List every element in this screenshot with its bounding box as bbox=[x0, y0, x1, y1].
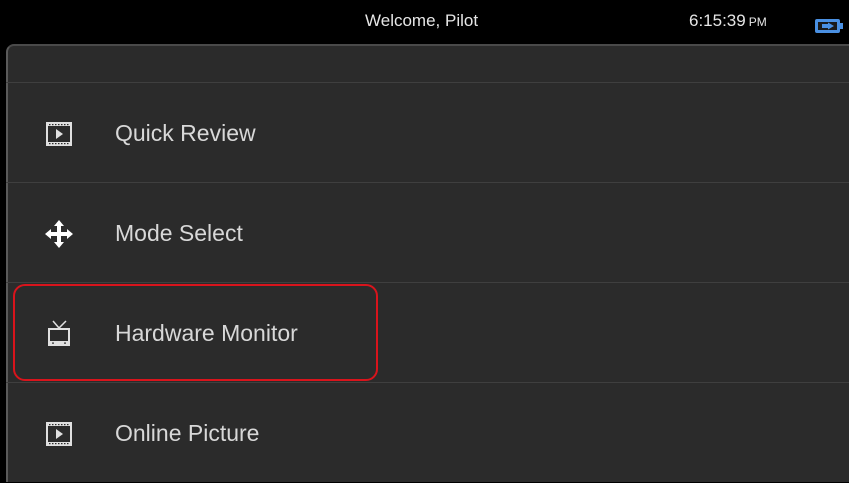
menu-item-label: Hardware Monitor bbox=[115, 320, 298, 346]
clock: 6:15:39 PM bbox=[689, 0, 767, 42]
clock-ampm: PM bbox=[748, 15, 767, 29]
menu-item-label: Mode Select bbox=[115, 220, 243, 246]
clock-time: 6:15:39 bbox=[689, 11, 746, 30]
move-arrows-icon bbox=[45, 220, 73, 248]
menu-item-label: Online Picture bbox=[115, 420, 260, 446]
menu-item-hardware-monitor[interactable]: Hardware Monitor bbox=[8, 284, 849, 383]
status-bar: Welcome, Pilot 6:15:39 PM bbox=[0, 0, 849, 42]
divider bbox=[6, 82, 849, 83]
menu-item-online-picture[interactable]: Online Picture bbox=[8, 384, 849, 483]
film-icon bbox=[46, 422, 72, 446]
battery-charging-icon bbox=[815, 19, 843, 33]
film-icon bbox=[46, 122, 72, 146]
tv-icon bbox=[48, 320, 70, 346]
menu-item-quick-review[interactable]: Quick Review bbox=[8, 84, 849, 183]
menu-item-mode-select[interactable]: Mode Select bbox=[8, 184, 849, 283]
welcome-title: Welcome, Pilot bbox=[365, 11, 479, 30]
menu-item-label: Quick Review bbox=[115, 120, 256, 146]
